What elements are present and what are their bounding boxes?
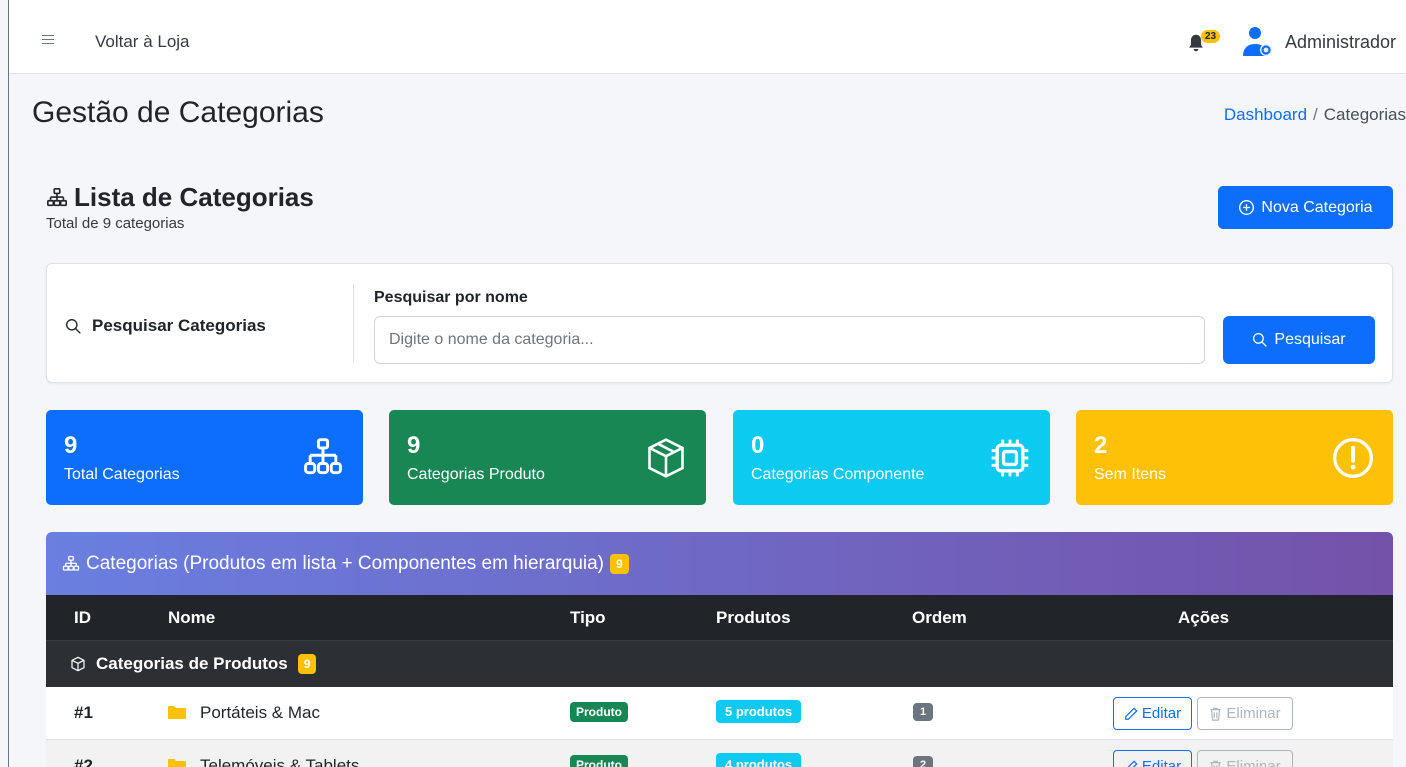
new-category-label: Nova Categoria — [1261, 198, 1373, 216]
order-badge: 2 — [913, 756, 934, 767]
cpu-icon — [991, 439, 1029, 477]
top-navbar: Voltar à Loja 23 Administrador — [9, 0, 1406, 74]
group-count-badge: 9 — [297, 654, 317, 674]
plus-circle-icon — [1239, 200, 1255, 215]
column-header-name[interactable]: Nome — [168, 608, 215, 628]
stat-card-components: 0 Categorias Componente — [733, 410, 1050, 505]
stat-label: Categorias Produto — [407, 466, 545, 483]
folder-icon — [168, 706, 186, 719]
menu-icon[interactable] — [42, 35, 54, 47]
row-id: #1 — [74, 703, 93, 722]
box-icon — [648, 438, 684, 478]
search-field-label: Pesquisar por nome — [374, 289, 528, 306]
table-title: Categorias (Produtos em lista + Componen… — [86, 552, 605, 574]
row-name: Telemóveis & Tablets — [200, 756, 360, 767]
delete-label: Eliminar — [1226, 758, 1281, 767]
new-category-button[interactable]: Nova Categoria — [1218, 186, 1393, 229]
trash-icon — [1210, 760, 1222, 767]
sitemap-icon — [62, 555, 80, 571]
stat-value: 0 — [751, 432, 765, 459]
delete-button[interactable]: Eliminar — [1197, 697, 1293, 730]
edit-button[interactable]: Editar — [1113, 750, 1192, 767]
column-header-id[interactable]: ID — [74, 608, 91, 628]
table-count-badge: 9 — [610, 553, 629, 574]
stat-value: 9 — [64, 432, 78, 459]
trash-icon — [1210, 707, 1222, 721]
list-title: Lista de Categorias — [74, 182, 314, 212]
search-card-label: Pesquisar Categorias — [92, 316, 266, 335]
breadcrumb-separator: / — [1313, 105, 1318, 124]
search-button[interactable]: Pesquisar — [1223, 316, 1375, 364]
list-subtitle: Total de 9 categorias — [46, 215, 185, 232]
products-count-badge: 5 produtos — [716, 700, 802, 723]
order-badge: 1 — [913, 703, 934, 721]
window-edge — [8, 0, 9, 767]
search-card-title: Pesquisar Categorias — [65, 316, 266, 336]
delete-button[interactable]: Eliminar — [1197, 750, 1293, 767]
box-icon — [71, 656, 85, 672]
breadcrumb-current: Categorias — [1323, 105, 1406, 124]
categories-table-card: Categorias (Produtos em lista + Componen… — [46, 532, 1393, 767]
type-badge: Produto — [570, 702, 628, 722]
search-icon — [66, 318, 81, 334]
sitemap-icon — [47, 187, 67, 206]
edit-label: Editar — [1141, 758, 1182, 767]
notification-badge: 23 — [1201, 30, 1221, 43]
stat-value: 9 — [407, 432, 421, 459]
group-row-products: Categorias de Produtos 9 — [46, 640, 1393, 687]
type-badge: Produto — [570, 755, 628, 767]
exclamation-icon — [1333, 438, 1373, 478]
row-name: Portáteis & Mac — [200, 703, 320, 722]
stat-card-products: 9 Categorias Produto — [389, 410, 706, 505]
table-row: #2 Telemóveis & Tablets Produto 4 produt… — [46, 740, 1393, 767]
stat-card-total: 9 Total Categorias — [46, 410, 363, 505]
stat-value: 2 — [1094, 432, 1108, 459]
products-count-badge: 4 produtos — [716, 753, 802, 767]
table-header-row: ID Nome Tipo Produtos Ordem Ações — [46, 595, 1393, 640]
search-button-label: Pesquisar — [1274, 331, 1346, 348]
admin-avatar-icon[interactable] — [1239, 24, 1275, 60]
search-icon — [1253, 332, 1268, 347]
pencil-icon — [1125, 706, 1138, 720]
breadcrumb-dashboard[interactable]: Dashboard — [1224, 105, 1307, 124]
stat-label: Total Categorias — [64, 466, 180, 483]
search-divider — [353, 284, 354, 362]
column-header-type[interactable]: Tipo — [570, 608, 606, 628]
edit-label: Editar — [1141, 705, 1182, 722]
stat-card-empty: 2 Sem Itens — [1076, 410, 1393, 505]
stat-label: Sem Itens — [1094, 466, 1167, 483]
table-card-header: Categorias (Produtos em lista + Componen… — [46, 532, 1393, 595]
list-heading: Lista de Categorias — [46, 182, 314, 213]
edit-button[interactable]: Editar — [1113, 697, 1192, 730]
stat-label: Categorias Componente — [751, 466, 925, 483]
folder-icon — [168, 759, 186, 767]
column-header-actions: Ações — [1178, 608, 1230, 627]
column-header-order[interactable]: Ordem — [912, 608, 967, 628]
search-card: Pesquisar Categorias Pesquisar por nome … — [46, 263, 1393, 383]
delete-label: Eliminar — [1226, 705, 1281, 722]
table-row: #1 Portáteis & Mac Produto 5 produtos 1 … — [46, 687, 1393, 740]
page-title: Gestão de Categorias — [32, 96, 324, 129]
group-label: Categorias de Produtos — [96, 654, 288, 673]
row-id: #2 — [74, 756, 93, 767]
back-to-store-link[interactable]: Voltar à Loja — [95, 32, 190, 52]
search-input[interactable] — [374, 316, 1205, 364]
user-name[interactable]: Administrador — [1285, 32, 1396, 53]
breadcrumb: Dashboard / Categorias — [1224, 105, 1406, 125]
column-header-products[interactable]: Produtos — [716, 608, 791, 628]
pencil-icon — [1126, 759, 1138, 767]
sitemap-icon — [304, 438, 342, 475]
